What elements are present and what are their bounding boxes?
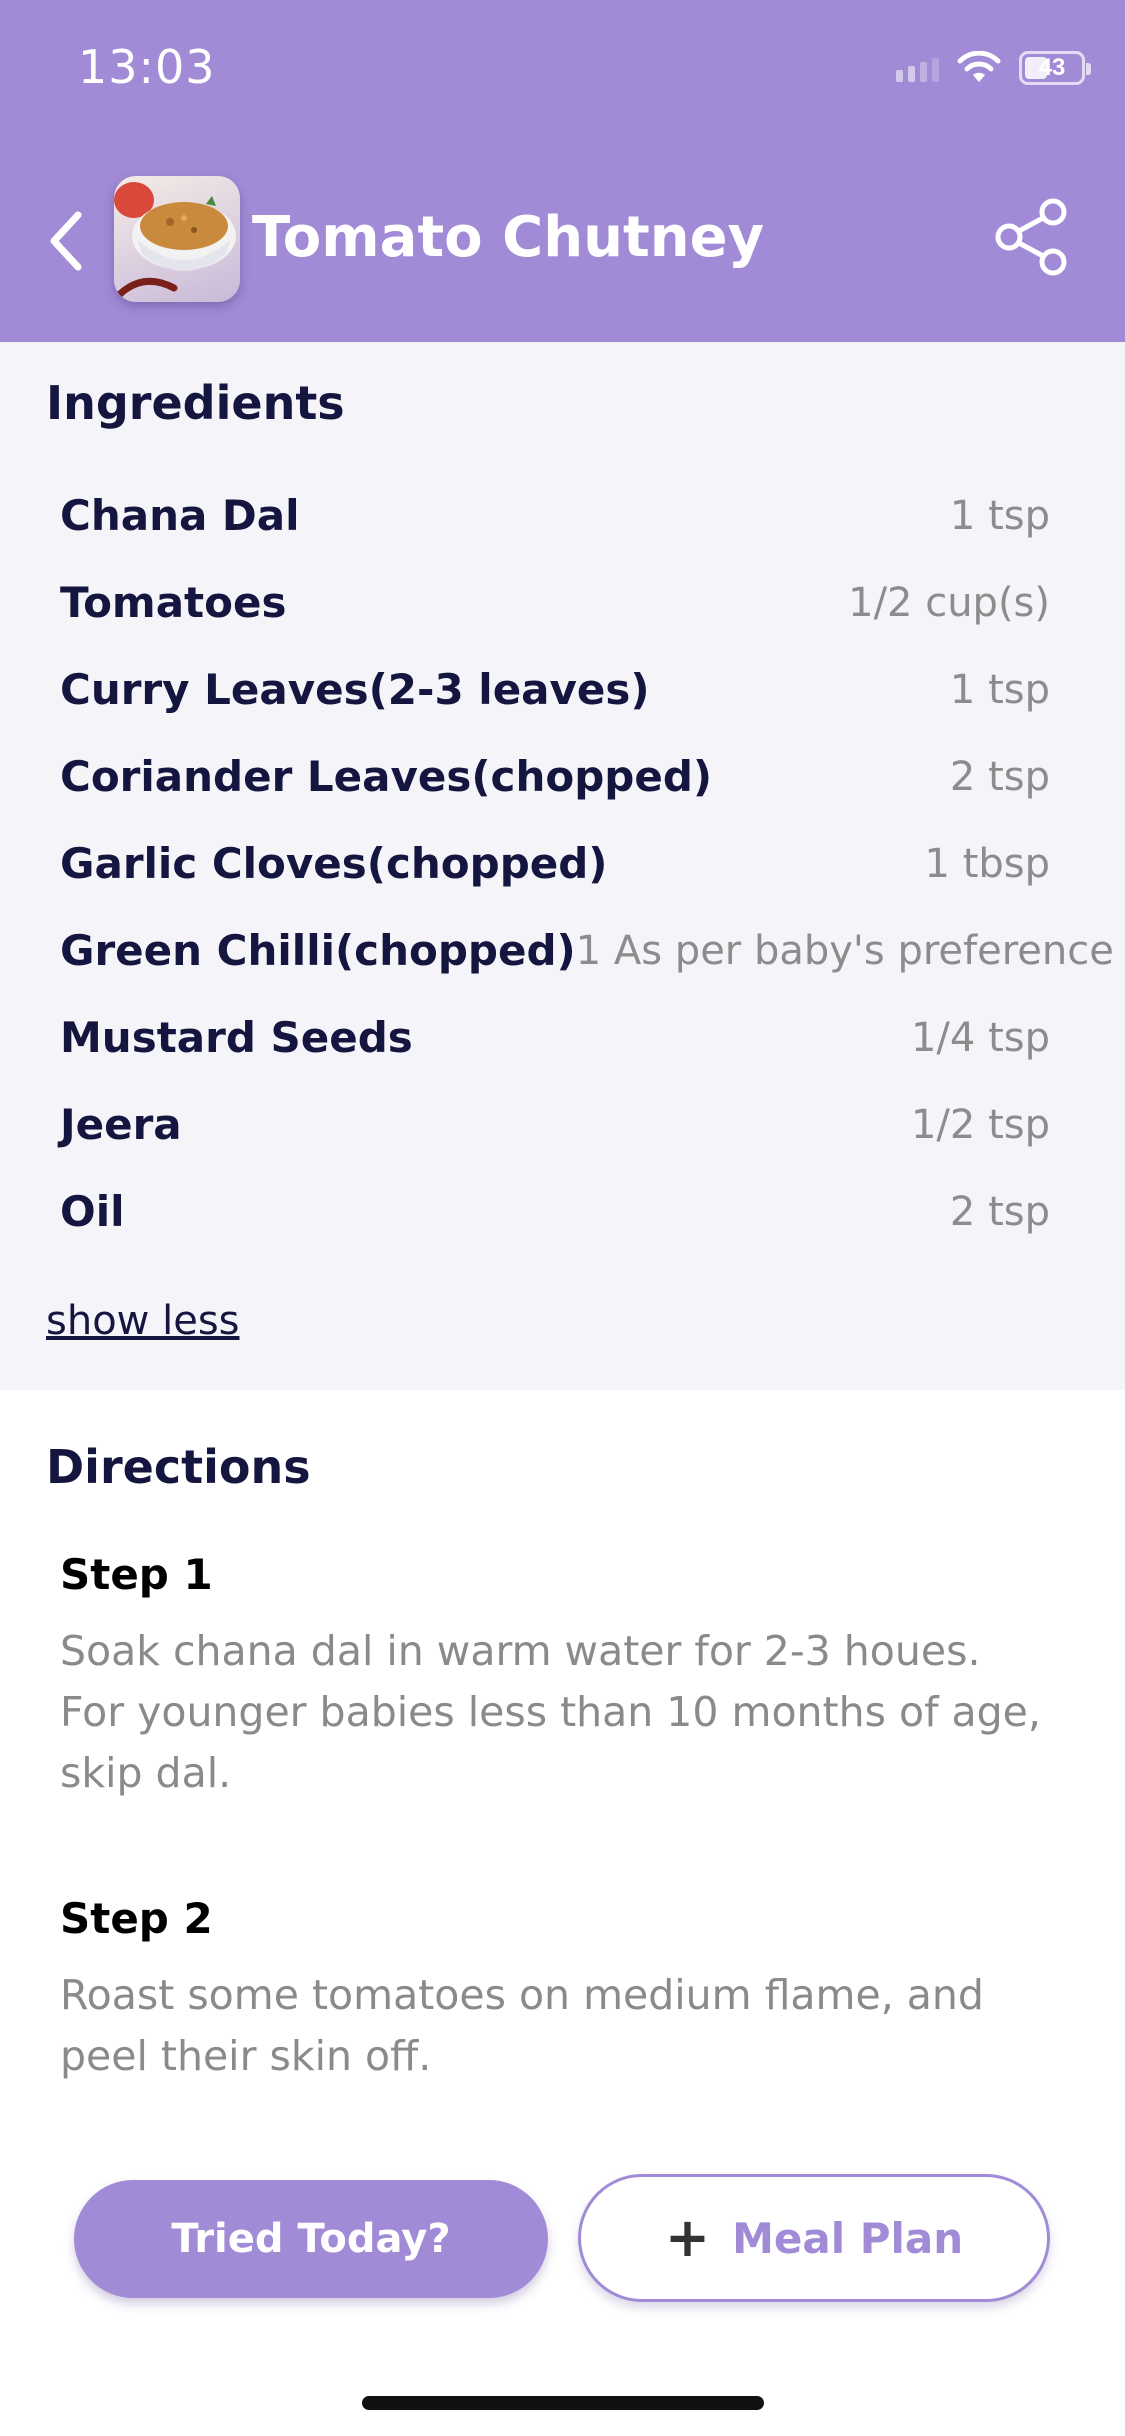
ingredient-name: Oil bbox=[60, 1187, 125, 1236]
meal-plan-button[interactable]: + Meal Plan bbox=[578, 2174, 1050, 2302]
ingredient-name: Green Chilli(chopped) bbox=[60, 926, 576, 975]
ingredient-qty: 1 tsp bbox=[949, 666, 1050, 713]
ingredients-title: Ingredients bbox=[46, 376, 345, 430]
ingredient-name: Mustard Seeds bbox=[60, 1013, 413, 1062]
ingredient-row: Mustard Seeds 1/4 tsp bbox=[60, 994, 1050, 1081]
ingredient-name: Tomatoes bbox=[60, 578, 287, 627]
wifi-icon bbox=[957, 51, 1001, 82]
ingredient-name: Curry Leaves(2-3 leaves) bbox=[60, 665, 650, 714]
ingredient-qty: 2 tsp bbox=[949, 753, 1050, 800]
direction-step: Step 2 Roast some tomatoes on medium fla… bbox=[60, 1894, 1050, 2087]
ingredient-row: Jeera 1/2 tsp bbox=[60, 1081, 1050, 1168]
ingredient-name: Garlic Cloves(chopped) bbox=[60, 839, 608, 888]
ingredient-row: Coriander Leaves(chopped) 2 tsp bbox=[60, 733, 1050, 820]
chevron-left-icon bbox=[50, 211, 82, 271]
ingredient-name: Coriander Leaves(chopped) bbox=[60, 752, 713, 801]
ingredient-row: Chana Dal 1 tsp bbox=[60, 472, 1050, 559]
ingredient-row: Oil 2 tsp bbox=[60, 1168, 1050, 1255]
status-time: 13:03 bbox=[78, 40, 216, 94]
show-less-link[interactable]: show less bbox=[46, 1298, 240, 1344]
ingredient-row: Garlic Cloves(chopped) 1 tbsp bbox=[60, 820, 1050, 907]
ingredient-qty: 1 tbsp bbox=[924, 840, 1050, 887]
ingredient-row: Green Chilli(chopped) 1 As per baby's pr… bbox=[60, 907, 1114, 994]
page-title: Tomato Chutney bbox=[252, 205, 765, 270]
app-header: 13:03 43 Tomato Chutney bbox=[0, 0, 1125, 342]
tried-today-button[interactable]: Tried Today? bbox=[74, 2180, 548, 2298]
ingredient-qty: 1 tsp bbox=[949, 492, 1050, 539]
plus-icon: + bbox=[664, 2206, 711, 2269]
home-indicator[interactable] bbox=[362, 2396, 764, 2410]
ingredient-qty: 2 tsp bbox=[949, 1188, 1050, 1235]
back-button[interactable] bbox=[36, 196, 96, 286]
ingredients-section: Ingredients Chana Dal 1 tsp Tomatoes 1/2… bbox=[0, 342, 1125, 1390]
directions-title: Directions bbox=[46, 1440, 311, 1494]
share-icon bbox=[995, 198, 1067, 276]
ingredient-qty: 1 As per baby's preference bbox=[575, 927, 1114, 974]
ingredient-name: Jeera bbox=[60, 1100, 182, 1149]
ingredient-qty: 1/2 tsp bbox=[910, 1101, 1050, 1148]
ingredient-row: Curry Leaves(2-3 leaves) 1 tsp bbox=[60, 646, 1050, 733]
ingredient-qty: 1/4 tsp bbox=[910, 1014, 1050, 1061]
cellular-signal-icon bbox=[896, 54, 939, 82]
recipe-thumbnail bbox=[114, 176, 240, 302]
ingredient-row: Tomatoes 1/2 cup(s) bbox=[60, 559, 1050, 646]
step-text: Roast some tomatoes on medium flame, and… bbox=[60, 1971, 984, 2080]
step-title: Step 2 bbox=[60, 1894, 213, 1943]
share-button[interactable] bbox=[991, 194, 1073, 280]
ingredient-name: Chana Dal bbox=[60, 491, 300, 540]
step-title: Step 1 bbox=[60, 1550, 213, 1599]
direction-step: Step 1 Soak chana dal in warm water for … bbox=[60, 1550, 1050, 1804]
ingredient-qty: 1/2 cup(s) bbox=[848, 579, 1050, 626]
ingredients-list: Chana Dal 1 tsp Tomatoes 1/2 cup(s) Curr… bbox=[60, 472, 1114, 1255]
status-icons: 43 bbox=[896, 48, 1091, 88]
battery-icon: 43 bbox=[1019, 51, 1091, 85]
battery-level: 43 bbox=[1038, 54, 1066, 81]
step-text: Soak chana dal in warm water for 2-3 hou… bbox=[60, 1627, 1041, 1797]
meal-plan-label: Meal Plan bbox=[732, 2213, 964, 2263]
